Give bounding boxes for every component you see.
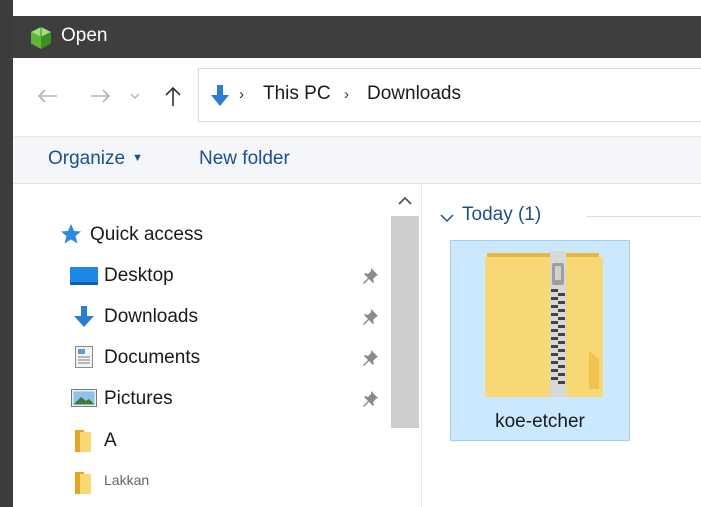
nav-item-downloads[interactable]: Downloads <box>13 298 391 336</box>
folder-icon <box>75 430 91 457</box>
nav-item-quick-access[interactable]: Quick access <box>13 216 391 254</box>
top-edge <box>0 0 701 16</box>
file-item-zip-folder[interactable]: koe-etcher <box>450 240 630 441</box>
nav-item-label: Downloads <box>104 306 198 327</box>
nav-item-label: Quick access <box>90 224 203 245</box>
pin-icon[interactable] <box>361 390 379 413</box>
window-left-frame <box>0 0 13 507</box>
forward-button[interactable] <box>85 76 117 116</box>
download-location-icon <box>211 84 229 113</box>
document-icon <box>75 346 93 373</box>
open-file-dialog: Open › This PC › Downloads Organize ▼ Ne… <box>0 0 701 507</box>
back-button[interactable] <box>31 76 63 116</box>
breadcrumb-this-pc[interactable]: This PC <box>263 83 331 105</box>
command-toolbar: Organize ▼ New folder <box>13 136 701 184</box>
nav-item-label: Pictures <box>104 388 173 409</box>
recent-locations-button[interactable] <box>125 76 145 116</box>
nav-item-label: A <box>104 430 117 451</box>
nav-pane-scrollbar[interactable] <box>391 184 419 507</box>
nav-item-pictures[interactable]: Pictures <box>13 380 391 418</box>
up-button[interactable] <box>157 76 189 116</box>
breadcrumb-separator-icon[interactable]: › <box>344 86 349 103</box>
scrollbar-thumb[interactable] <box>391 216 419 428</box>
nav-item-desktop[interactable]: Desktop <box>13 257 391 295</box>
pin-icon[interactable] <box>361 308 379 331</box>
address-bar[interactable]: › This PC › Downloads <box>198 68 701 122</box>
scroll-up-arrow-icon[interactable] <box>396 194 414 212</box>
organize-label: Organize <box>48 148 126 169</box>
pictures-icon <box>71 389 97 412</box>
title-bar[interactable]: Open <box>13 16 701 58</box>
app-cube-icon <box>29 26 53 50</box>
window-title: Open <box>61 25 108 46</box>
caret-down-icon: ▼ <box>132 152 143 164</box>
group-header-today[interactable]: Today (1) <box>439 204 701 228</box>
chevron-down-icon <box>439 210 455 228</box>
new-folder-button[interactable]: New folder <box>199 148 290 170</box>
nav-item-folder[interactable]: A <box>13 422 391 460</box>
nav-item-documents[interactable]: Documents <box>13 339 391 377</box>
pin-icon[interactable] <box>361 267 379 290</box>
group-label: Today (1) <box>462 204 542 225</box>
nav-item-label: Desktop <box>104 265 174 286</box>
navigation-pane: Quick access Desktop Downloads Documents… <box>13 184 391 507</box>
forward-arrow-icon <box>90 88 112 104</box>
breadcrumb-separator-icon[interactable]: › <box>239 86 244 103</box>
file-list-pane: Today (1) koe-etcher <box>422 184 701 507</box>
file-name: koe-etcher <box>495 411 585 432</box>
navigation-bar: › This PC › Downloads <box>13 58 701 136</box>
desktop-icon <box>70 267 98 290</box>
nav-item-folder[interactable]: Lakkan <box>13 466 391 504</box>
folder-icon <box>75 472 91 499</box>
nav-item-label: Lakkan <box>104 472 150 488</box>
up-arrow-icon <box>164 85 182 107</box>
back-arrow-icon <box>36 88 58 104</box>
nav-item-label: Documents <box>104 347 201 368</box>
chevron-down-icon <box>130 92 140 100</box>
pin-icon[interactable] <box>361 349 379 372</box>
star-icon <box>60 223 82 250</box>
zip-folder-icon <box>485 251 603 404</box>
download-arrow-icon <box>74 305 94 334</box>
breadcrumb-downloads[interactable]: Downloads <box>367 83 461 105</box>
group-divider-line <box>586 216 701 217</box>
organize-button[interactable]: Organize ▼ <box>48 148 143 170</box>
